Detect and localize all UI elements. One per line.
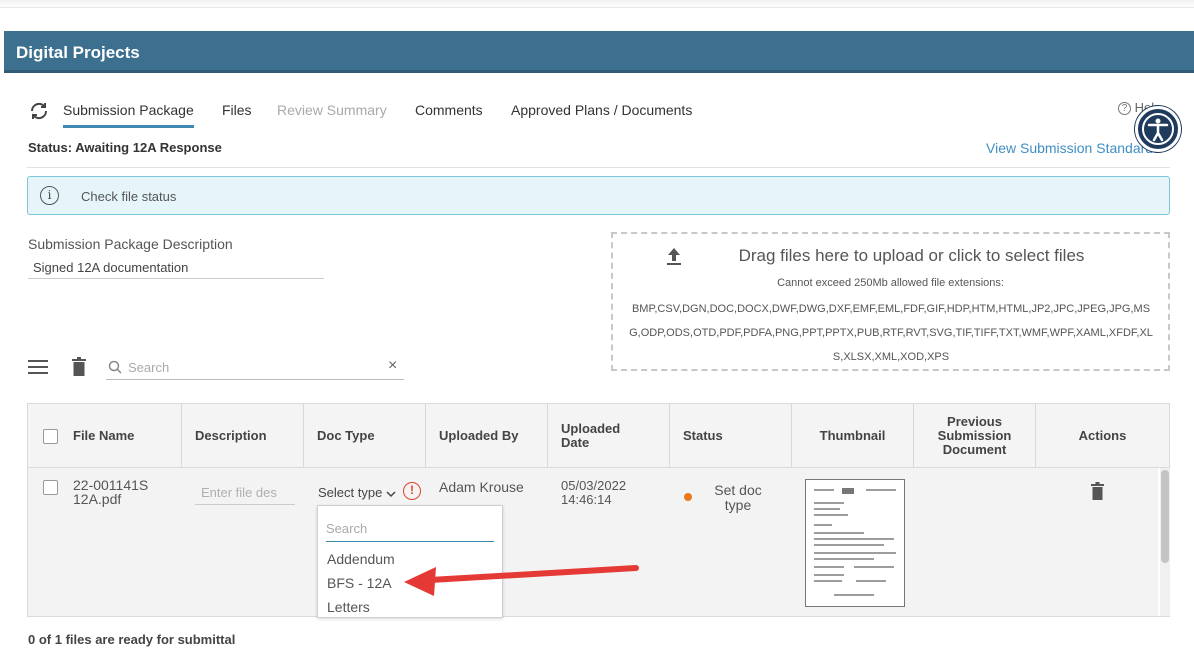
uploaded-by: Adam Krouse <box>439 479 524 495</box>
tab-comments[interactable]: Comments <box>415 102 483 118</box>
tab-approved-plans[interactable]: Approved Plans / Documents <box>511 102 692 118</box>
select-all-checkbox[interactable] <box>43 428 58 444</box>
dropzone-limit: Cannot exceed 250Mb allowed file extensi… <box>777 277 1004 289</box>
header-uploaded-by[interactable]: Uploaded By <box>425 404 547 468</box>
accessibility-button[interactable] <box>1135 106 1181 152</box>
description-field[interactable]: Signed 12A documentation <box>28 257 324 279</box>
file-name: 22-001141S 12A.pdf <box>73 477 149 507</box>
warning-icon: ! <box>403 482 421 500</box>
header-description[interactable]: Description <box>181 404 303 468</box>
file-toolbar: × <box>28 354 408 380</box>
description-label: Submission Package Description <box>28 236 233 252</box>
trash-icon[interactable] <box>71 357 87 376</box>
header-status[interactable]: Status <box>669 404 791 468</box>
info-banner: i Check file status <box>27 176 1170 215</box>
header-file-name: File Name <box>43 404 181 468</box>
search-box: × <box>106 354 404 380</box>
sync-icon[interactable] <box>28 100 50 122</box>
search-input[interactable] <box>128 357 378 377</box>
app-title: Digital Projects <box>16 43 140 62</box>
help-icon: ? <box>1118 102 1131 116</box>
file-description-input[interactable] <box>195 481 295 505</box>
dropzone-extensions: BMP,CSV,DGN,DOC,DOCX,DWF,DWG,DXF,EMF,EML… <box>629 303 1153 363</box>
search-icon <box>108 360 122 374</box>
dropzone-title: Drag files here to upload or click to se… <box>738 246 1085 265</box>
dropdown-option-addendum[interactable]: Addendum <box>327 551 395 567</box>
info-icon: i <box>40 186 59 205</box>
file-status: Set doc type <box>714 482 762 513</box>
table-scrollbar[interactable] <box>1160 468 1170 616</box>
tab-files[interactable]: Files <box>222 102 252 118</box>
top-border <box>0 0 1194 8</box>
dropdown-option-letters[interactable]: Letters <box>327 599 370 615</box>
close-icon[interactable]: × <box>388 357 397 375</box>
file-dropzone[interactable]: Drag files here to upload or click to se… <box>611 232 1170 371</box>
header-actions: Actions <box>1035 404 1169 468</box>
tab-submission-package[interactable]: Submission Package <box>63 102 194 128</box>
doc-type-dropdown: Addendum BFS - 12A Letters <box>317 505 503 618</box>
view-submission-standards-link[interactable]: View Submission Standards <box>986 140 1160 156</box>
dropdown-search-input[interactable] <box>326 516 494 542</box>
dropdown-option-bfs-12a[interactable]: BFS - 12A <box>327 575 392 591</box>
header-previous-submission: Previous Submission Document <box>913 404 1035 468</box>
tab-review-summary[interactable]: Review Summary <box>277 102 387 118</box>
menu-icon[interactable] <box>28 360 48 374</box>
tab-bar: Submission Package Files Review Summary … <box>28 100 1178 128</box>
doc-type-select[interactable]: Select type <box>318 485 396 500</box>
accessibility-icon <box>1142 113 1174 145</box>
scrollbar-thumb[interactable] <box>1161 470 1169 563</box>
header-doc-type[interactable]: Doc Type <box>303 404 425 468</box>
divider <box>27 167 1170 168</box>
info-text: Check file status <box>81 189 177 204</box>
files-ready-count: 0 of 1 files are ready for submittal <box>28 632 236 647</box>
uploaded-date: 05/03/2022 14:46:14 <box>561 478 627 507</box>
header-thumbnail: Thumbnail <box>791 404 913 468</box>
delete-file-button[interactable] <box>1090 482 1105 500</box>
chevron-down-icon <box>386 491 396 497</box>
header-uploaded-date[interactable]: Uploaded Date <box>547 404 669 468</box>
table-header: File Name Description Doc Type Uploaded … <box>28 404 1169 468</box>
files-table: File Name Description Doc Type Uploaded … <box>27 403 1170 617</box>
row-checkbox[interactable] <box>43 480 58 495</box>
status-indicator <box>684 493 692 501</box>
status-text: Status: Awaiting 12A Response <box>28 140 222 155</box>
file-thumbnail[interactable] <box>805 479 905 607</box>
app-header: Digital Projects <box>4 31 1194 73</box>
table-row: 22-001141S 12A.pdf Select type ! Adam Kr… <box>28 468 1158 616</box>
